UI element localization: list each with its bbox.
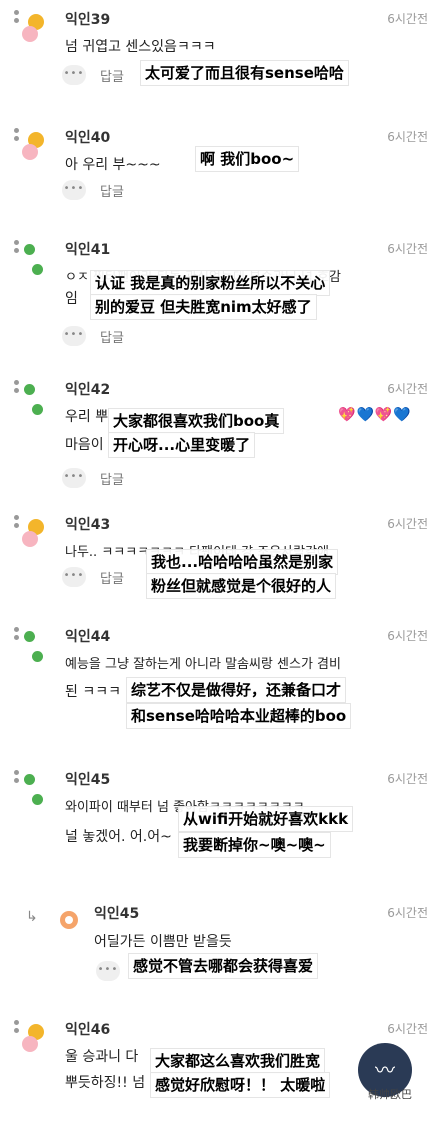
subtitle-line: 认证 我是真的别家粉丝所以不关心 — [90, 270, 331, 296]
subtitle-line: 大家都很喜欢我们boo真 — [108, 408, 285, 434]
comment-item: 익인41 6시간전 ㅇㅈ 찐타팬이라 타돌 관심없는데 부승관님 넘 호감 임 … — [0, 230, 440, 351]
subtitle-line: 开心呀...心里变暖了 — [108, 432, 256, 458]
comment-time: 6시간전 — [387, 382, 428, 396]
subtitle-line: 感觉不管去哪都会获得喜爱 — [128, 953, 319, 979]
comment-author: 익인43 — [65, 517, 111, 533]
comment-text: 아 우리 부~~~ — [65, 157, 161, 173]
watermark-text: 韩帅欧巴 — [368, 1088, 412, 1101]
avatar — [20, 1024, 46, 1056]
comment-author: 익인42 — [65, 382, 111, 398]
comment-item: 익인44 6시간전 예능을 그냥 잘하는게 아니라 말솜씨랑 센스가 겸비 된 … — [0, 617, 440, 738]
comment-item: 익인40 6시간전 아 우리 부~~~ 啊 我们boo~ ••• 답글 — [0, 118, 440, 239]
comment-text-line2: 널 놓겠어. 어.어~ — [65, 829, 172, 845]
subtitle-line: 感觉好欣慰呀！！ 太暖啦 — [150, 1072, 331, 1098]
more-button[interactable]: ••• — [62, 326, 86, 346]
subtitle-line: 大家都这么喜欢我们胜宽 — [150, 1048, 326, 1074]
comment-author: 익인45 — [65, 772, 111, 788]
subtitle-line: 综艺不仅是做得好，还兼备口才 — [126, 677, 347, 703]
comment-time: 6시간전 — [387, 772, 428, 786]
comment-author: 익인39 — [65, 12, 111, 28]
comment-author: 익인44 — [65, 629, 111, 645]
subtitle-line: 啊 我们boo~ — [195, 146, 300, 172]
subtitle-line: 和sense哈哈哈本业超棒的boo — [126, 703, 352, 729]
subtitle-line: 从wifi开始就好喜欢kkk — [178, 806, 354, 832]
comment-time: 6시간전 — [387, 906, 428, 920]
subtitle-line: 粉丝但就感觉是个很好的人 — [146, 573, 337, 599]
comment-time: 6시간전 — [387, 130, 428, 144]
reply-button[interactable]: 답글 — [100, 66, 124, 85]
more-button[interactable]: ••• — [62, 567, 86, 587]
hearts-emoji: 💖💙💖💙 — [338, 407, 412, 423]
subtitle-line: 我要断掉你~噢~噢~ — [178, 832, 331, 858]
subtitle-line: 我也...哈哈哈哈虽然是别家 — [146, 549, 339, 575]
avatar — [20, 132, 46, 164]
comment-author: 익인41 — [65, 242, 111, 258]
comment-text: 어딜가든 이쁨만 받을듯 — [94, 934, 232, 950]
comment-time: 6시간전 — [387, 629, 428, 643]
avatar — [20, 244, 46, 276]
more-button[interactable]: ••• — [96, 961, 120, 981]
comment-text: 울 승과니 다 — [65, 1049, 139, 1065]
comment-text-line2: 임 — [65, 291, 78, 307]
avatar — [60, 911, 78, 929]
comment-text: 우리 뿌 — [65, 409, 109, 425]
comment-time: 6시간전 — [387, 242, 428, 256]
comment-author: 익인45 — [94, 906, 140, 922]
comment-item: 익인39 6시간전 넘 귀엽고 센스있음ㅋㅋㅋ ••• 답글 太可爱了而且很有s… — [0, 0, 440, 121]
reply-button[interactable]: 답글 — [100, 181, 124, 200]
avatar — [20, 774, 46, 806]
comment-item: 익인45 6시간전 와이파이 때부터 넘 좋아함ㅋㅋㅋㅋㅋㅋㅋㅋ 널 놓겠어. … — [0, 760, 440, 881]
avatar — [20, 384, 46, 416]
reply-arrow-icon: ↳ — [26, 909, 38, 925]
subtitle-line: 别的爱豆 但夫胜宽nim太好感了 — [90, 294, 317, 320]
comment-text: 넘 귀엽고 센스있음ㅋㅋㅋ — [65, 39, 216, 55]
more-button[interactable]: ••• — [62, 180, 86, 200]
comment-time: 6시간전 — [387, 517, 428, 531]
comment-author: 익인40 — [65, 130, 111, 146]
reply-button[interactable]: 답글 — [100, 327, 124, 346]
comment-item: 익인43 6시간전 나두.. ㅋㅋㅋㅋㅋㅋㅋ 타팬이데 걍 조은사람같애 •••… — [0, 505, 440, 626]
reply-button[interactable]: 답글 — [100, 568, 124, 587]
more-button[interactable]: ••• — [62, 468, 86, 488]
more-button[interactable]: ••• — [62, 65, 86, 85]
comment-text: 예능을 그냥 잘하는게 아니라 말솜씨랑 센스가 겸비 — [65, 657, 341, 672]
avatar — [20, 519, 46, 551]
comment-text-line2: 마음이 — [65, 437, 104, 453]
avatar — [20, 14, 46, 46]
comment-author: 익인46 — [65, 1022, 111, 1038]
subtitle-line: 太可爱了而且很有sense哈哈 — [140, 60, 349, 86]
reply-item: ↳ 익인45 6시간전 어딜가든 이쁨만 받을듯 ••• 感觉不管去哪都会获得喜… — [0, 895, 440, 1016]
comment-text-line2: 뿌듯하징!! 넘 — [65, 1075, 146, 1091]
comment-text-line2: 된 ㅋㅋㅋ — [65, 684, 121, 700]
comment-item: 익인42 6시간전 우리 뿌 마음이 大家都很喜欢我们boo真 开心呀...心里… — [0, 370, 440, 491]
reply-button[interactable]: 답글 — [100, 469, 124, 488]
avatar — [20, 631, 46, 663]
comment-time: 6시간전 — [387, 12, 428, 26]
comment-time: 6시간전 — [387, 1022, 428, 1036]
